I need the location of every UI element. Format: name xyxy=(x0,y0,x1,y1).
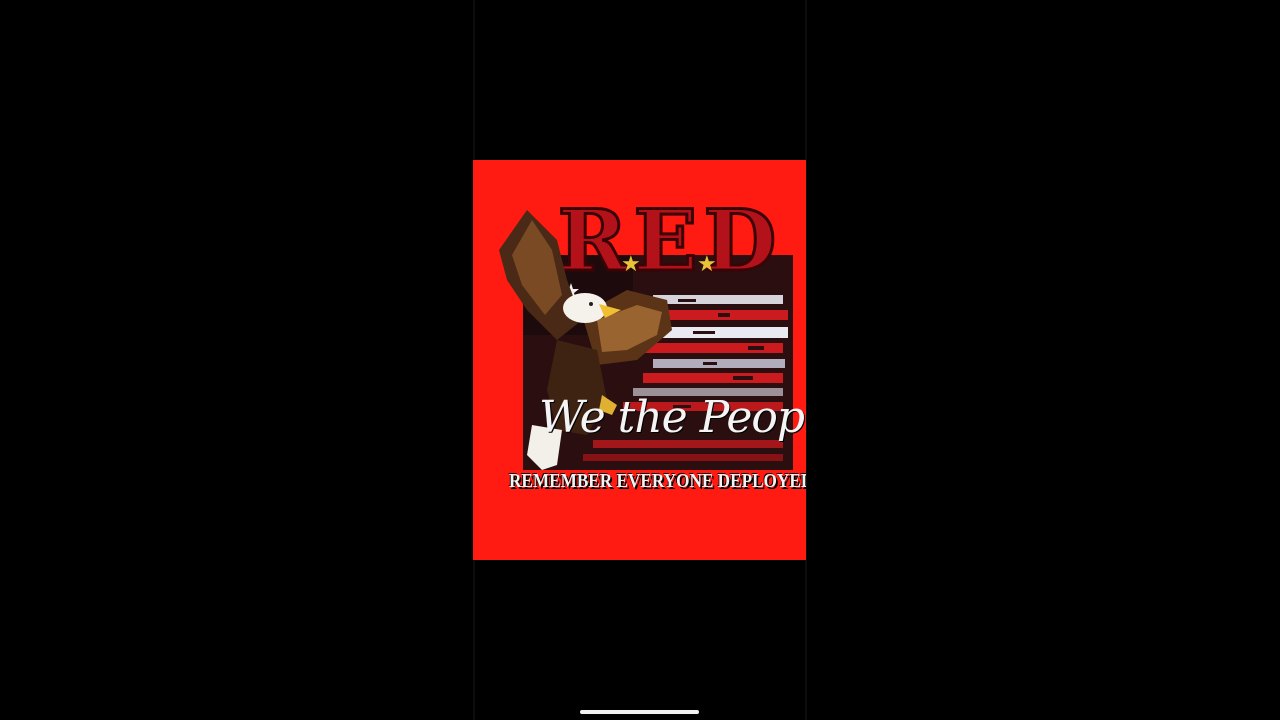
we-the-people-script: We the People xyxy=(539,392,806,443)
home-indicator-bar[interactable] xyxy=(580,710,699,714)
gold-star-icon: ★ xyxy=(697,252,717,277)
media-viewer-screen: RED ★ ★ We the People REMEMBER EVERYONE xyxy=(0,0,1280,720)
poster-image[interactable]: RED ★ ★ We the People REMEMBER EVERYONE xyxy=(473,160,806,560)
tagline-text: REMEMBER EVERYONE DEPLOYED xyxy=(509,470,806,492)
